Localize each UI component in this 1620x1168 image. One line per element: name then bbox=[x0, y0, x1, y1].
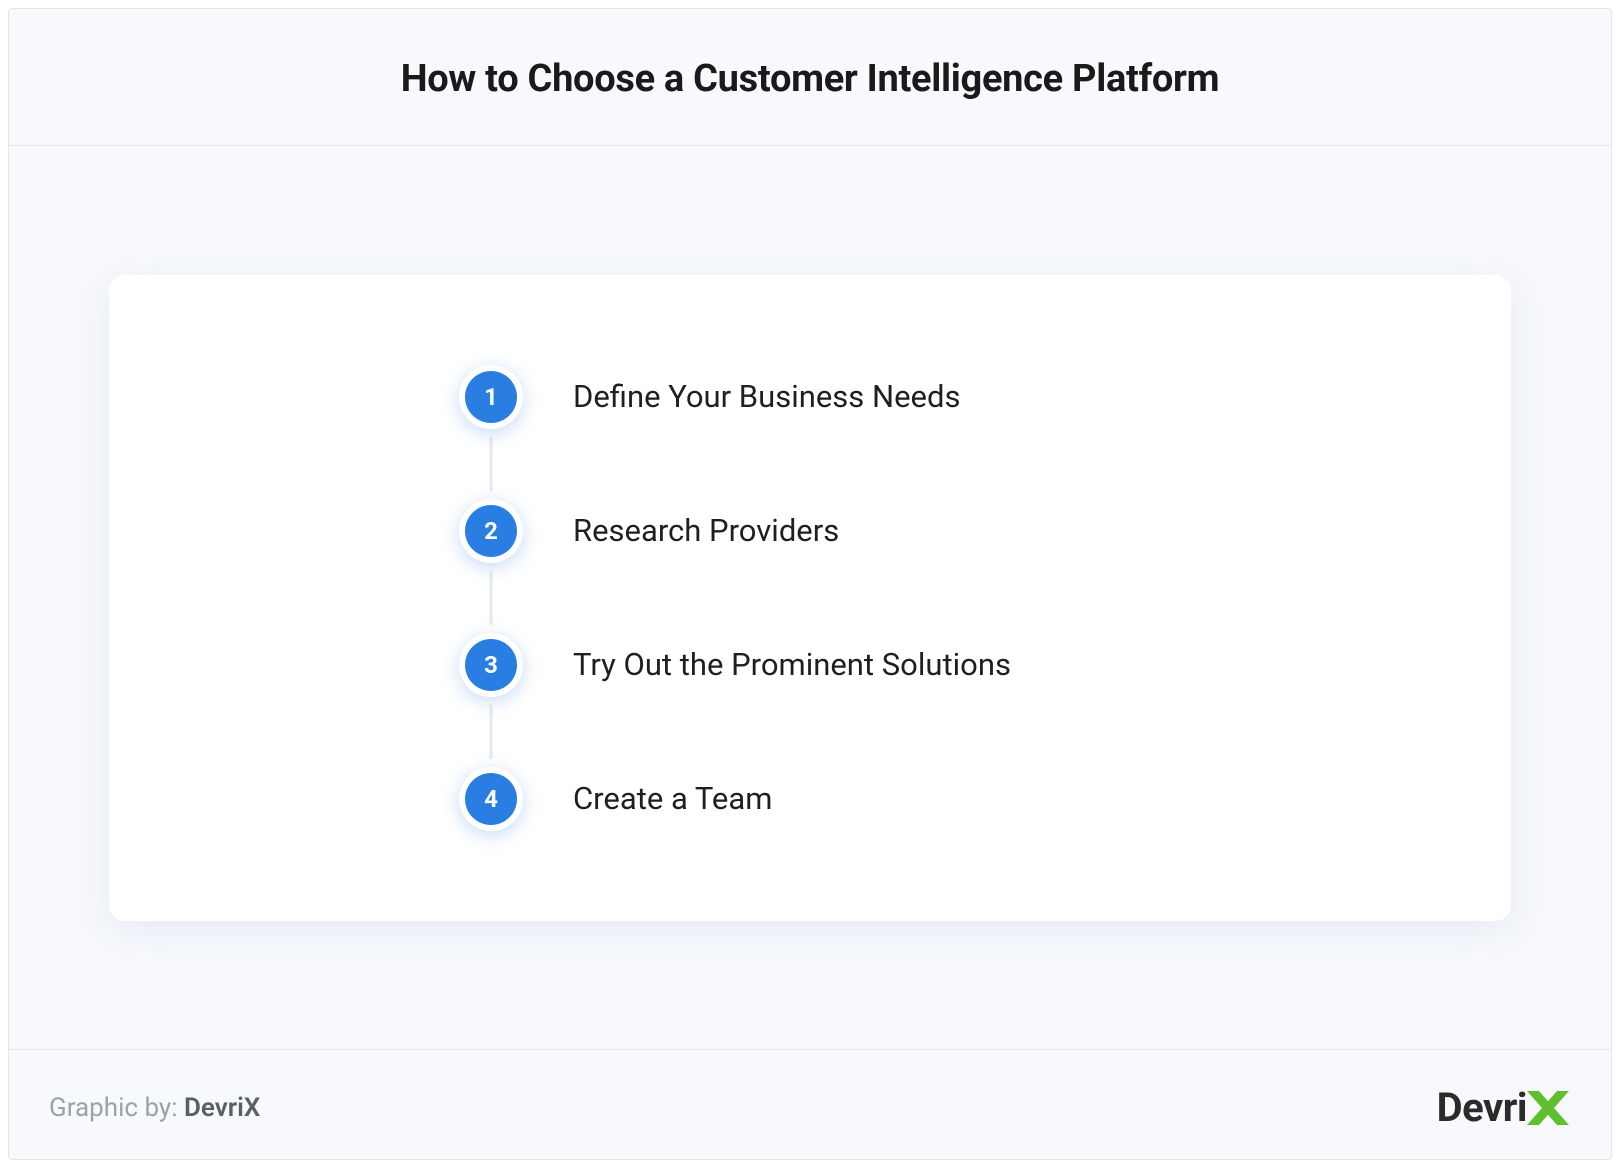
step-item: 3 Try Out the Prominent Solutions bbox=[459, 633, 1011, 767]
step-number: 4 bbox=[465, 773, 517, 825]
steps-card: 1 Define Your Business Needs 2 Research … bbox=[109, 275, 1511, 921]
step-label: Try Out the Prominent Solutions bbox=[573, 646, 1011, 683]
step-label: Define Your Business Needs bbox=[573, 378, 960, 415]
infographic-container: How to Choose a Customer Intelligence Pl… bbox=[8, 8, 1612, 1160]
logo-text: Devri bbox=[1437, 1084, 1527, 1131]
logo-x-icon bbox=[1525, 1085, 1571, 1131]
step-item: 4 Create a Team bbox=[459, 767, 1011, 831]
steps-list: 1 Define Your Business Needs 2 Research … bbox=[459, 365, 1011, 831]
step-badge: 1 bbox=[459, 365, 523, 429]
step-item: 2 Research Providers bbox=[459, 499, 1011, 633]
header: How to Choose a Customer Intelligence Pl… bbox=[9, 9, 1611, 146]
brand-logo: Devri bbox=[1437, 1084, 1571, 1131]
step-badge: 3 bbox=[459, 633, 523, 697]
step-number: 1 bbox=[465, 371, 517, 423]
step-number: 3 bbox=[465, 639, 517, 691]
step-badge: 2 bbox=[459, 499, 523, 563]
content-area: 1 Define Your Business Needs 2 Research … bbox=[9, 146, 1611, 1050]
step-label: Research Providers bbox=[573, 512, 839, 549]
credit-line: Graphic by: DevriX bbox=[49, 1093, 260, 1123]
footer: Graphic by: DevriX Devri bbox=[9, 1050, 1611, 1159]
page-title: How to Choose a Customer Intelligence Pl… bbox=[29, 57, 1591, 101]
credit-brand: DevriX bbox=[184, 1093, 260, 1123]
step-badge: 4 bbox=[459, 767, 523, 831]
step-item: 1 Define Your Business Needs bbox=[459, 365, 1011, 499]
step-label: Create a Team bbox=[573, 780, 772, 817]
credit-prefix: Graphic by: bbox=[49, 1093, 184, 1123]
steps-wrap: 1 Define Your Business Needs 2 Research … bbox=[459, 365, 1011, 831]
step-number: 2 bbox=[465, 505, 517, 557]
